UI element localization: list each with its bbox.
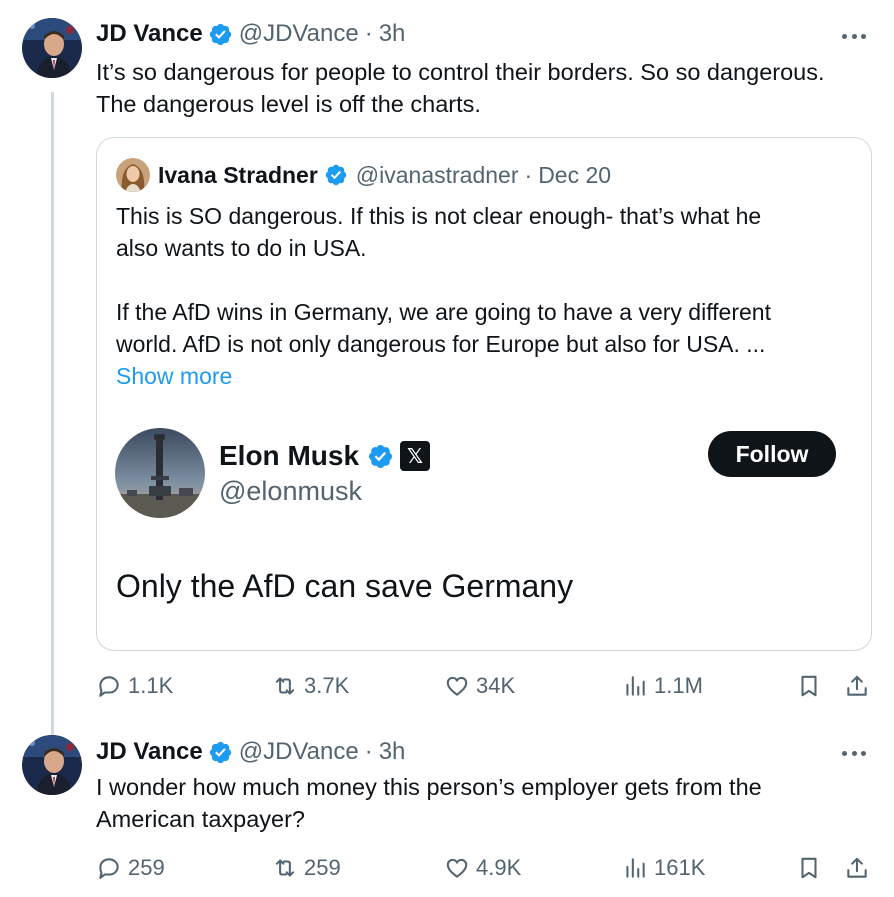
handle[interactable]: @JDVance	[239, 20, 359, 48]
verified-badge-icon[interactable]	[324, 163, 348, 187]
views-icon	[626, 858, 645, 878]
x-affiliate-badge-icon[interactable]: 𝕏	[400, 441, 431, 471]
tweet[interactable]: JD Vance @JDVance · 3h I wonder how much…	[0, 735, 894, 897]
handle[interactable]: @ivanastradner	[356, 162, 519, 189]
tweet-text: I wonder how much money this person’s em…	[96, 771, 870, 835]
tweet[interactable]: JD Vance @JDVance · 3h It’s so dangerous…	[0, 0, 894, 740]
display-name[interactable]: Ivana Stradner	[158, 162, 318, 189]
thread-connector-line	[51, 92, 54, 740]
avatar[interactable]	[22, 18, 82, 78]
share-button[interactable]	[844, 853, 870, 883]
verified-badge-icon[interactable]	[208, 22, 233, 47]
reply-button[interactable]: 1.1K	[96, 671, 173, 701]
share-icon	[847, 857, 867, 878]
reply-icon	[99, 858, 119, 879]
share-icon	[847, 675, 867, 696]
timestamp[interactable]: 3h	[379, 20, 406, 48]
tweet-header: JD Vance @JDVance · 3h	[96, 20, 405, 48]
separator-dot: ·	[364, 20, 373, 47]
bookmark-icon	[801, 675, 817, 697]
repost-icon	[275, 859, 295, 877]
tweet-actions: 259 259 4.9K 161K	[96, 853, 870, 883]
bookmark-button[interactable]	[796, 671, 822, 701]
repost-icon	[275, 677, 295, 695]
repost-button[interactable]: 3.7K	[272, 671, 349, 701]
follow-button[interactable]: Follow	[708, 431, 836, 477]
embedded-post-text: Only the AfD can save Germany	[116, 568, 574, 604]
like-count: 34K	[476, 673, 516, 698]
tweet-text-line: The dangerous level is off the charts.	[96, 91, 481, 117]
quoted-text-line: This is SO dangerous. If this is not cle…	[116, 203, 762, 229]
timestamp[interactable]: Dec 20	[538, 162, 611, 189]
views-button[interactable]: 1.1M	[622, 671, 703, 701]
quoted-tweet-text: This is SO dangerous. If this is not cle…	[116, 200, 856, 392]
reply-count: 259	[128, 855, 165, 880]
timestamp[interactable]: 3h	[379, 738, 406, 766]
display-name[interactable]: JD Vance	[96, 738, 203, 766]
bookmark-button[interactable]	[796, 853, 822, 883]
tweet-actions: 1.1K 3.7K 34K 1.1M	[96, 671, 870, 701]
tweet-text-line: I wonder how much money this person’s em…	[96, 774, 762, 800]
views-button[interactable]: 161K	[622, 853, 705, 883]
jd-vance-avatar-image	[22, 18, 82, 78]
reply-icon	[99, 676, 119, 697]
show-more-link[interactable]: Show more	[116, 360, 856, 392]
bookmark-icon	[801, 857, 817, 879]
verified-badge-icon[interactable]	[367, 443, 394, 470]
more-icon[interactable]	[842, 749, 866, 757]
reply-button[interactable]: 259	[96, 853, 165, 883]
separator-dot: ·	[524, 161, 533, 188]
repost-count: 3.7K	[304, 673, 350, 698]
avatar[interactable]	[115, 428, 205, 518]
separator-dot: ·	[364, 738, 373, 765]
elon-musk-avatar-image	[115, 428, 205, 518]
like-icon	[446, 858, 468, 878]
handle[interactable]: @JDVance	[239, 738, 359, 766]
jd-vance-avatar-image	[22, 735, 82, 795]
repost-count: 259	[304, 855, 341, 880]
quoted-text-line: world. AfD is not only dangerous for Eur…	[116, 331, 766, 357]
avatar[interactable]	[116, 158, 150, 192]
share-button[interactable]	[844, 671, 870, 701]
like-button[interactable]: 34K	[444, 671, 515, 701]
display-name[interactable]: Elon Musk	[219, 440, 359, 472]
display-name[interactable]: JD Vance	[96, 20, 203, 48]
tweet-text-line: It’s so dangerous for people to control …	[96, 59, 825, 85]
ivana-stradner-avatar-image	[116, 158, 150, 192]
view-count: 1.1M	[654, 673, 703, 698]
quoted-text-line: If the AfD wins in Germany, we are going…	[116, 299, 771, 325]
quoted-tweet-header: Ivana Stradner @ivanastradner · Dec 20	[116, 158, 611, 192]
like-icon	[446, 676, 468, 696]
handle[interactable]: @elonmusk	[219, 476, 362, 507]
like-button[interactable]: 4.9K	[444, 853, 521, 883]
tweet-text-line: American taxpayer?	[96, 806, 305, 832]
repost-button[interactable]: 259	[272, 853, 341, 883]
tweet-header: JD Vance @JDVance · 3h	[96, 738, 405, 766]
quoted-tweet[interactable]: Ivana Stradner @ivanastradner · Dec 20 T…	[96, 137, 872, 651]
embedded-post-author: Elon Musk 𝕏	[219, 440, 431, 472]
more-icon[interactable]	[842, 32, 866, 40]
view-count: 161K	[654, 855, 706, 880]
views-icon	[626, 676, 645, 696]
verified-badge-icon[interactable]	[208, 740, 233, 765]
tweet-text: It’s so dangerous for people to control …	[96, 56, 870, 120]
quoted-text-line: also wants to do in USA.	[116, 235, 367, 261]
avatar[interactable]	[22, 735, 82, 795]
reply-count: 1.1K	[128, 673, 174, 698]
like-count: 4.9K	[476, 855, 522, 880]
